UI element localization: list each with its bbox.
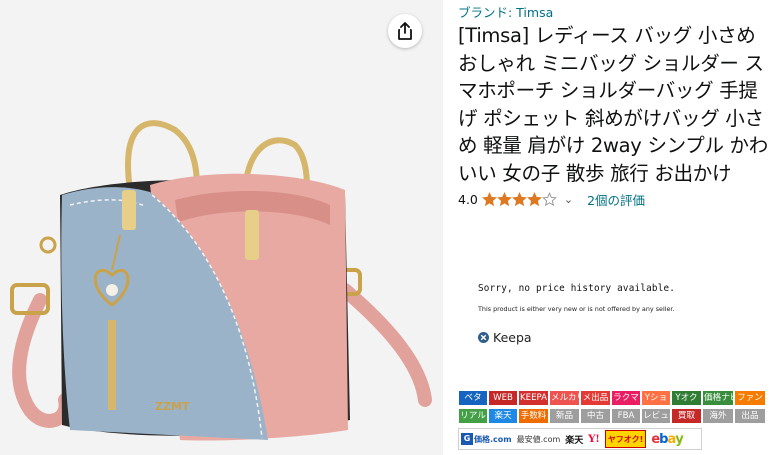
badge-9[interactable]: 海外: [703, 409, 733, 423]
kakaku-icon: G: [461, 433, 473, 445]
badge-4[interactable]: 新品: [550, 409, 579, 423]
badge-row-1: ベタWEBKEEPAメルカリメ出品ラクマYショYオク価格ナビファン: [459, 391, 767, 405]
shop-link-row: G 価格.com 最安値.com 楽天 Y! ヤフオク! ebay: [458, 428, 702, 450]
keepa-no-history: Sorry, no price history available.: [478, 283, 676, 294]
badge-8[interactable]: Yオク: [672, 391, 701, 405]
shop-kakaku-link[interactable]: G 価格.com: [461, 430, 512, 448]
keepa-sub-message: This product is either very new or is no…: [478, 305, 675, 313]
rating-stars[interactable]: [481, 192, 557, 207]
ebay-letter: b: [659, 431, 668, 447]
shop-rakuten-link[interactable]: 楽天: [565, 430, 583, 448]
brand-link[interactable]: ブランド: Timsa: [458, 5, 776, 21]
ebay-letter: a: [667, 431, 676, 447]
keepa-chart-box[interactable]: Sorry, no price history available. This …: [478, 283, 728, 363]
share-button[interactable]: [388, 14, 422, 48]
star-filled-icon: [511, 192, 527, 207]
product-image-handbag[interactable]: ZZMT: [0, 0, 443, 455]
keepa-brand-text: Keepa: [493, 330, 532, 345]
badge-7[interactable]: Yショ: [642, 391, 670, 405]
badge-10[interactable]: 出品: [735, 409, 765, 423]
badge-7[interactable]: レビュー: [642, 409, 670, 423]
product-info: ブランド: Timsa [Timsa] レディース バッグ 小さめ おしゃれ ミ…: [458, 0, 776, 210]
kakaku-label: 価格.com: [474, 434, 512, 444]
bag-logo: ZZMT: [155, 400, 190, 413]
product-title: [Timsa] レディース バッグ 小さめ おしゃれ ミニバッグ ショルダー ス…: [458, 24, 768, 185]
badge-8[interactable]: 買取: [672, 409, 701, 423]
badge-3[interactable]: KEEPA: [519, 391, 548, 405]
badge-2[interactable]: 楽天: [489, 409, 517, 423]
badge-9[interactable]: 価格ナビ: [703, 391, 733, 405]
rating-row: 4.0 ⌄ 2個の評価: [458, 190, 776, 210]
shop-saiyasu-link[interactable]: 最安値.com: [517, 430, 561, 448]
badge-6[interactable]: ラクマ: [612, 391, 640, 405]
badge-1[interactable]: リアル: [459, 409, 487, 423]
badge-2[interactable]: WEB: [489, 391, 517, 405]
star-filled-icon: [496, 192, 512, 207]
ebay-letter: e: [651, 431, 660, 447]
badge-5[interactable]: メ出品: [581, 391, 610, 405]
badge-row-2: リアル楽天手数料新品中古FBAレビュー買取海外出品: [459, 409, 767, 423]
badge-5[interactable]: 中古: [581, 409, 610, 423]
ebay-letter: y: [675, 431, 684, 447]
star-empty-icon: [541, 192, 557, 207]
shop-ebay-link[interactable]: ebay: [651, 430, 684, 448]
product-image-area[interactable]: ZZMT: [0, 0, 443, 455]
star-filled-icon: [481, 192, 497, 207]
badge-1[interactable]: ベタ: [459, 391, 487, 405]
star-filled-icon: [526, 192, 542, 207]
badge-10[interactable]: ファン: [735, 391, 765, 405]
share-icon: [398, 22, 412, 40]
chevron-down-icon[interactable]: ⌄: [564, 193, 573, 206]
rating-value: 4.0: [458, 192, 478, 208]
shop-yafuoku-link[interactable]: ヤフオク!: [604, 430, 647, 448]
review-count-link[interactable]: 2個の評価: [587, 190, 645, 209]
keepa-brand[interactable]: Keepa: [478, 330, 728, 345]
badge-4[interactable]: メルカリ: [550, 391, 579, 405]
shop-yahoo-link[interactable]: Y!: [588, 430, 600, 448]
badge-6[interactable]: FBA: [612, 409, 640, 423]
keepa-logo-icon: [478, 332, 489, 343]
badge-3[interactable]: 手数料: [519, 409, 548, 423]
